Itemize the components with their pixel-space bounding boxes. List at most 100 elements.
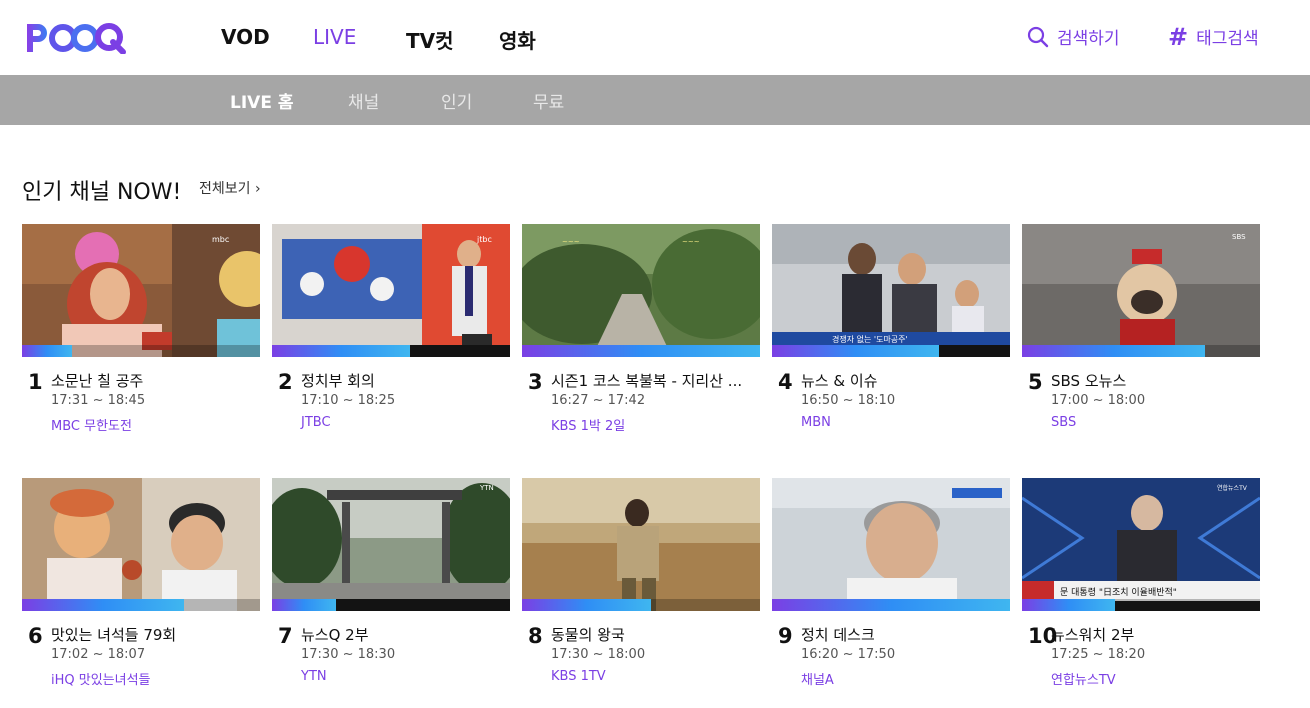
subnav-popular[interactable]: 인기	[441, 88, 472, 113]
channel-card[interactable]: 9 정치 데스크 16:20 ~ 17:50 채널A	[772, 478, 1010, 688]
program-title: 정치 데스크	[801, 626, 875, 644]
see-all-label: 전체보기	[199, 181, 251, 197]
channel-card[interactable]: 경쟁자 없는 '도마공주' 4 뉴스 & 이슈 16:50 ~ 18:10 MB…	[772, 224, 1010, 434]
search-label: 검색하기	[1057, 29, 1120, 49]
thumbnail-image: YTN	[272, 478, 510, 611]
channel-name[interactable]: iHQ 맛있는녀석들	[51, 669, 151, 688]
nav-tv-clip[interactable]: TV컷	[406, 25, 454, 54]
thumbnail-image: mbc	[22, 224, 260, 357]
channel-name[interactable]: 채널A	[801, 669, 834, 688]
svg-text:~~~: ~~~	[562, 238, 580, 246]
tag-search-label: 태그검색	[1196, 29, 1259, 49]
channel-card[interactable]: 8 동물의 왕국 17:30 ~ 18:00 KBS 1TV	[522, 478, 760, 688]
thumbnail-image	[522, 478, 760, 611]
program-title: 맛있는 녀석들 79회	[51, 626, 177, 644]
nav-movie[interactable]: 영화	[499, 25, 536, 54]
subnav-free[interactable]: 무료	[533, 88, 564, 113]
program-title: 뉴스워치 2부	[1051, 626, 1135, 644]
progress-fill	[772, 599, 1010, 611]
channel-card[interactable]: ~~~ ~~~ 3 시즌1 코스 복불복 - 지리산 ... 16:27 ~ 1…	[522, 224, 760, 434]
tag-search-button[interactable]: # 태그검색	[1168, 22, 1259, 51]
progress-bar	[272, 599, 510, 611]
svg-text:SBS: SBS	[1232, 233, 1246, 241]
pooq-logo[interactable]	[25, 20, 137, 55]
progress-bar	[522, 345, 760, 357]
channel-name[interactable]: 연합뉴스TV	[1051, 669, 1116, 688]
channel-name[interactable]: KBS 1박 2일	[551, 415, 625, 434]
rank-number: 4	[778, 370, 793, 394]
program-time: 17:30 ~ 18:00	[551, 647, 646, 662]
channel-card[interactable]: YTN 7 뉴스Q 2부 17:30 ~ 18:30 YTN	[272, 478, 510, 688]
program-title: SBS 오뉴스	[1051, 372, 1127, 390]
program-time: 17:25 ~ 18:20	[1051, 647, 1146, 662]
thumbnail-image: jtbc	[272, 224, 510, 357]
progress-bar	[772, 599, 1010, 611]
progress-fill	[272, 345, 410, 357]
progress-bar	[772, 345, 1010, 357]
program-time: 16:50 ~ 18:10	[801, 393, 896, 408]
see-all-link[interactable]: 전체보기 ›	[199, 178, 261, 198]
program-time: 16:20 ~ 17:50	[801, 647, 896, 662]
svg-text:경쟁자 없는 '도마공주': 경쟁자 없는 '도마공주'	[832, 334, 908, 344]
rank-number: 6	[28, 624, 43, 648]
channel-card[interactable]: mbc 1 소문난 칠 공주 17:31 ~ 18:45 MBC 무한도전	[22, 224, 260, 434]
progress-bar	[22, 345, 260, 357]
svg-text:YTN: YTN	[479, 484, 494, 492]
rank-number: 5	[1028, 370, 1043, 394]
channel-name[interactable]: SBS	[1051, 415, 1076, 430]
program-time: 17:31 ~ 18:45	[51, 393, 146, 408]
progress-fill	[522, 599, 651, 611]
rank-number: 8	[528, 624, 543, 648]
progress-fill	[272, 599, 336, 611]
rank-number: 2	[278, 370, 293, 394]
progress-fill	[772, 345, 939, 357]
progress-bar	[522, 599, 760, 611]
thumbnail-image: 문 대통령 "日조치 이율배반적" 연합뉴스TV	[1022, 478, 1260, 611]
channel-card[interactable]: jtbc 2 정치부 회의 17:10 ~ 18:25 JTBC	[272, 224, 510, 434]
program-title: 동물의 왕국	[551, 626, 625, 644]
rank-number: 3	[528, 370, 543, 394]
program-time: 17:02 ~ 18:07	[51, 647, 146, 662]
svg-text:~~~: ~~~	[682, 238, 700, 246]
svg-text:mbc: mbc	[212, 235, 229, 244]
subnav-live-home[interactable]: LIVE 홈	[230, 88, 294, 113]
live-sub-navigation	[0, 75, 1310, 125]
program-title: 뉴스Q 2부	[301, 626, 369, 644]
channel-card[interactable]: 문 대통령 "日조치 이율배반적" 연합뉴스TV 10 뉴스워치 2부 17:2…	[1022, 478, 1260, 688]
progress-fill	[1022, 599, 1115, 611]
channel-name[interactable]: YTN	[301, 669, 327, 684]
svg-text:jtbc: jtbc	[476, 235, 492, 244]
hashtag-icon: #	[1168, 22, 1189, 51]
svg-text:연합뉴스TV: 연합뉴스TV	[1217, 484, 1248, 492]
program-title: 뉴스 & 이슈	[801, 372, 878, 390]
progress-fill	[22, 345, 72, 357]
program-time: 17:00 ~ 18:00	[1051, 393, 1146, 408]
channel-card[interactable]: SBS 5 SBS 오뉴스 17:00 ~ 18:00 SBS	[1022, 224, 1260, 434]
channel-name[interactable]: MBN	[801, 415, 831, 430]
progress-bar	[272, 345, 510, 357]
nav-vod[interactable]: VOD	[221, 25, 270, 49]
program-time: 17:10 ~ 18:25	[301, 393, 396, 408]
search-button[interactable]: 검색하기	[1027, 24, 1120, 49]
pooq-logo-mark	[27, 23, 126, 55]
section-title: 인기 채널 NOW!	[22, 180, 182, 205]
progress-bar	[1022, 599, 1260, 611]
program-time: 16:27 ~ 17:42	[551, 393, 646, 408]
channel-name[interactable]: MBC 무한도전	[51, 415, 132, 434]
thumbnail-image: SBS	[1022, 224, 1260, 357]
program-title: 소문난 칠 공주	[51, 372, 144, 390]
channel-card[interactable]: 6 맛있는 녀석들 79회 17:02 ~ 18:07 iHQ 맛있는녀석들	[22, 478, 260, 688]
top-navigation-bar: VOD LIVE TV컷 영화 검색하기 # 태그검색	[0, 0, 1310, 75]
search-icon	[1027, 26, 1049, 47]
progress-fill	[1022, 345, 1205, 357]
subnav-channel[interactable]: 채널	[348, 88, 379, 113]
thumbnail-image: ~~~ ~~~	[522, 224, 760, 357]
progress-fill	[22, 599, 184, 611]
progress-fill	[522, 345, 760, 357]
channel-name[interactable]: KBS 1TV	[551, 669, 606, 684]
channel-name[interactable]: JTBC	[301, 415, 331, 430]
program-time: 17:30 ~ 18:30	[301, 647, 396, 662]
nav-live[interactable]: LIVE	[313, 25, 356, 49]
thumbnail-image	[22, 478, 260, 611]
thumbnail-image: 경쟁자 없는 '도마공주'	[772, 224, 1010, 357]
